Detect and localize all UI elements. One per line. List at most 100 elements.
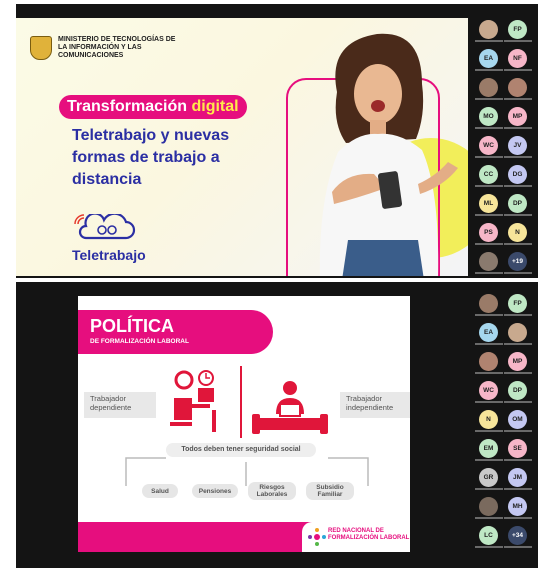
participant-tile[interactable]: EA bbox=[475, 323, 503, 345]
cloud-icon bbox=[74, 212, 136, 240]
participant-tile[interactable]: MP bbox=[504, 352, 532, 374]
participant-avatar: WC bbox=[479, 136, 498, 155]
participant-tile[interactable]: ML bbox=[475, 194, 503, 216]
home-worker-icon bbox=[252, 381, 328, 434]
participant-avatar: JM bbox=[508, 468, 527, 487]
participant-tile[interactable]: DG bbox=[504, 165, 532, 187]
participant-name-label bbox=[475, 127, 503, 129]
participant-tile[interactable]: NF bbox=[504, 49, 532, 71]
participant-name-label bbox=[475, 185, 503, 187]
participant-tile[interactable]: WC bbox=[475, 136, 503, 158]
participant-tile[interactable] bbox=[475, 20, 503, 42]
participant-tile[interactable]: SE bbox=[504, 439, 532, 461]
participant-tile[interactable] bbox=[475, 497, 503, 519]
participant-tile[interactable]: PS bbox=[475, 223, 503, 245]
participant-avatar: MP bbox=[508, 107, 527, 126]
slide-title: POLÍTICA bbox=[90, 316, 174, 336]
participant-name-label bbox=[504, 343, 532, 345]
participant-avatar: OM bbox=[508, 410, 527, 429]
participant-tile[interactable]: N bbox=[475, 410, 503, 432]
participant-name-label bbox=[504, 372, 532, 374]
participant-avatar: N bbox=[479, 410, 498, 429]
participant-avatar: DP bbox=[508, 194, 527, 213]
office-worker-icon bbox=[170, 370, 216, 432]
participant-tile[interactable]: LC bbox=[475, 526, 503, 548]
participant-avatar: FP bbox=[508, 20, 527, 39]
participant-tile[interactable]: OM bbox=[504, 410, 532, 432]
participant-tile[interactable]: JV bbox=[504, 136, 532, 158]
participant-tile[interactable]: +34 bbox=[504, 526, 532, 548]
participant-avatar: CC bbox=[479, 165, 498, 184]
divider bbox=[240, 366, 242, 438]
participant-avatar bbox=[479, 497, 498, 516]
participant-tile[interactable] bbox=[475, 294, 503, 316]
participant-name-label bbox=[504, 243, 532, 245]
participant-name-label bbox=[475, 459, 503, 461]
participant-name-label bbox=[475, 69, 503, 71]
participant-tile[interactable]: WC bbox=[475, 381, 503, 403]
participant-name-label bbox=[475, 343, 503, 345]
participant-name-label bbox=[475, 372, 503, 374]
participant-tile[interactable] bbox=[475, 78, 503, 100]
participant-avatar: MP bbox=[508, 352, 527, 371]
participant-avatar: PS bbox=[479, 223, 498, 242]
participant-name-label bbox=[475, 430, 503, 432]
participant-tile[interactable]: N bbox=[504, 223, 532, 245]
participant-avatar: DP bbox=[508, 381, 527, 400]
participant-avatar: EM bbox=[479, 439, 498, 458]
teletrabajo-logo-label: Teletrabajo bbox=[72, 247, 146, 263]
participant-avatar bbox=[479, 78, 498, 97]
participant-tile[interactable]: GR bbox=[475, 468, 503, 490]
shared-screen-slide-teletrabajo[interactable]: MINISTERIO DE TECNOLOGÍAS DE LA INFORMAC… bbox=[16, 18, 468, 276]
participant-name-label bbox=[475, 401, 503, 403]
ministry-logo: MINISTERIO DE TECNOLOGÍAS DE LA INFORMAC… bbox=[30, 36, 183, 60]
participant-tile[interactable] bbox=[504, 78, 532, 100]
transformation-badge: Transformación digital bbox=[59, 95, 247, 119]
participant-name-label bbox=[504, 40, 532, 42]
participant-tile[interactable]: EA bbox=[475, 49, 503, 71]
participant-tile[interactable]: MP bbox=[504, 107, 532, 129]
participant-name-label bbox=[475, 98, 503, 100]
participant-tile[interactable]: FP bbox=[504, 20, 532, 42]
participant-tile[interactable] bbox=[504, 323, 532, 345]
participant-tile[interactable]: CC bbox=[475, 165, 503, 187]
slide-heading: Teletrabajo y nuevas formas de trabajo a… bbox=[72, 127, 230, 188]
participant-tile[interactable] bbox=[475, 352, 503, 374]
participant-tile[interactable]: DP bbox=[504, 194, 532, 216]
participant-tile[interactable]: FP bbox=[504, 294, 532, 316]
participant-avatar: DG bbox=[508, 165, 527, 184]
participant-name-label bbox=[504, 488, 532, 490]
participant-name-label bbox=[504, 214, 532, 216]
participant-tile[interactable]: MO bbox=[475, 107, 503, 129]
participant-avatar bbox=[479, 252, 498, 271]
participant-name-label bbox=[475, 488, 503, 490]
pill-subsidio-familiar: Subsidio Familiar bbox=[306, 482, 354, 500]
participant-avatar bbox=[479, 352, 498, 371]
participant-name-label bbox=[504, 69, 532, 71]
participant-name-label bbox=[475, 40, 503, 42]
coat-of-arms-icon bbox=[30, 36, 52, 60]
participant-avatar: NF bbox=[508, 49, 527, 68]
participant-name-label bbox=[504, 459, 532, 461]
participant-tile[interactable]: EM bbox=[475, 439, 503, 461]
participant-name-label bbox=[504, 314, 532, 316]
participant-avatar: FP bbox=[508, 294, 527, 313]
participant-avatar: SE bbox=[508, 439, 527, 458]
participant-name-label bbox=[504, 98, 532, 100]
participant-tile[interactable]: DP bbox=[504, 381, 532, 403]
participant-tile[interactable]: +19 bbox=[504, 252, 532, 274]
participant-name-label bbox=[504, 517, 532, 519]
pill-salud: Salud bbox=[142, 484, 178, 498]
pill-riesgos-laborales: Riesgos Laborales bbox=[248, 482, 296, 500]
participant-avatar: N bbox=[508, 223, 527, 242]
participant-tile[interactable]: JM bbox=[504, 468, 532, 490]
ministry-name: MINISTERIO DE TECNOLOGÍAS DE LA INFORMAC… bbox=[58, 36, 176, 59]
participant-avatar: EA bbox=[479, 323, 498, 342]
participant-tile[interactable] bbox=[475, 252, 503, 274]
shared-screen-slide-politica[interactable]: POLÍTICA DE FORMALIZACIÓN LABORAL Trabaj… bbox=[78, 296, 410, 552]
woman-with-phone-photo bbox=[319, 33, 458, 276]
participant-avatar: JV bbox=[508, 136, 527, 155]
participant-tile[interactable]: MH bbox=[504, 497, 532, 519]
dependent-worker-box: Trabajador dependiente bbox=[84, 392, 156, 418]
network-name: RED NACIONAL DE FORMALIZACIÓN LABORAL bbox=[328, 528, 410, 541]
